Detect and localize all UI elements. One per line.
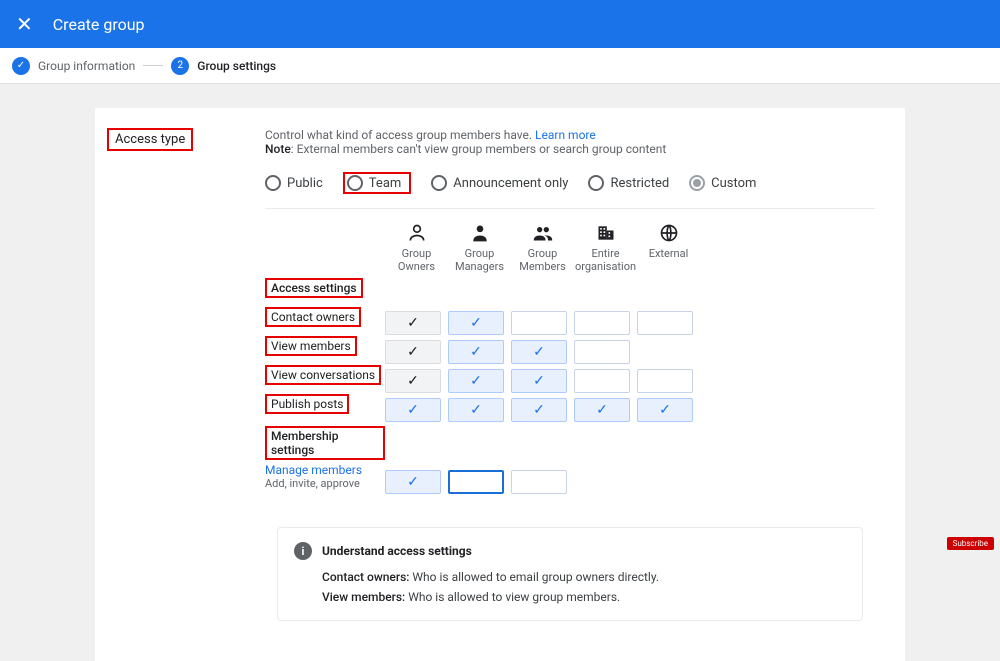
cell-view-conv-owners[interactable]: ✓ bbox=[385, 369, 441, 393]
step-divider bbox=[143, 65, 163, 66]
radio-team[interactable]: Team bbox=[347, 175, 402, 191]
col-members: Group Members bbox=[511, 223, 574, 273]
person-solid-icon bbox=[470, 223, 490, 243]
radio-announcement[interactable]: Announcement only bbox=[431, 175, 568, 191]
person-outline-icon bbox=[407, 223, 427, 243]
row-view-conversations: View conversations bbox=[265, 365, 381, 385]
access-type-radios: Public Team Announcement only bbox=[265, 172, 875, 209]
app-header: ✕ Create group bbox=[0, 0, 1000, 48]
cell-publish-org[interactable]: ✓ bbox=[574, 398, 630, 422]
cell-view-members-managers[interactable]: ✓ bbox=[448, 340, 504, 364]
stepper: ✓ Group information 2 Group settings bbox=[0, 48, 1000, 84]
cell-publish-managers[interactable]: ✓ bbox=[448, 398, 504, 422]
cell-view-conv-org[interactable] bbox=[574, 369, 630, 393]
row-view-members-cells: ✓ ✓ ✓ bbox=[385, 337, 700, 366]
access-intro: Control what kind of access group member… bbox=[265, 128, 875, 156]
row-publish-cells: ✓ ✓ ✓ ✓ ✓ bbox=[385, 395, 700, 424]
membership-settings-heading: Membership settings bbox=[265, 426, 385, 460]
globe-icon bbox=[659, 223, 679, 243]
row-view-members: View members bbox=[265, 336, 357, 356]
radio-custom[interactable]: Custom bbox=[689, 175, 756, 191]
cell-view-members-members[interactable]: ✓ bbox=[511, 340, 567, 364]
radio-restricted-label: Restricted bbox=[610, 176, 669, 191]
manage-members-link[interactable]: Manage members bbox=[265, 463, 385, 477]
cell-view-conv-external[interactable] bbox=[637, 369, 693, 393]
radio-icon bbox=[265, 175, 281, 191]
cell-contact-owners-org[interactable] bbox=[574, 311, 630, 335]
cell-manage-managers[interactable] bbox=[448, 470, 504, 494]
row-manage-members-cells: ✓ bbox=[385, 463, 700, 501]
radio-icon bbox=[431, 175, 447, 191]
organisation-icon bbox=[596, 223, 616, 243]
info-contact-label: Contact owners: bbox=[322, 570, 409, 584]
col-external: External bbox=[637, 223, 700, 273]
cell-view-conv-members[interactable]: ✓ bbox=[511, 369, 567, 393]
cell-contact-owners-owners[interactable]: ✓ bbox=[385, 311, 441, 335]
col-managers: Group Managers bbox=[448, 223, 511, 273]
radio-team-label: Team bbox=[369, 176, 402, 191]
radio-icon bbox=[347, 175, 363, 191]
radio-team-highlight: Team bbox=[343, 172, 412, 194]
cell-view-members-owners[interactable]: ✓ bbox=[385, 340, 441, 364]
intro-text-1: Control what kind of access group member… bbox=[265, 128, 535, 142]
cell-view-conv-managers[interactable]: ✓ bbox=[448, 369, 504, 393]
cell-publish-members[interactable]: ✓ bbox=[511, 398, 567, 422]
info-view-label: View members: bbox=[322, 590, 405, 604]
page-title: Create group bbox=[53, 15, 145, 34]
access-type-heading: Access type bbox=[107, 128, 193, 151]
col-managers-label: Group Managers bbox=[448, 247, 511, 273]
step-2-number: 2 bbox=[171, 57, 189, 75]
radio-public-label: Public bbox=[287, 176, 323, 191]
col-owners: Group Owners bbox=[385, 223, 448, 273]
row-publish-posts: Publish posts bbox=[265, 394, 349, 414]
close-icon[interactable]: ✕ bbox=[16, 14, 33, 34]
col-external-label: External bbox=[649, 247, 689, 260]
radio-public[interactable]: Public bbox=[265, 175, 323, 191]
manage-members-sub: Add, invite, approve bbox=[265, 477, 385, 490]
step-check-icon: ✓ bbox=[12, 57, 30, 75]
col-org-label: Entire organisation bbox=[574, 247, 637, 273]
subscribe-badge[interactable]: Subscribe bbox=[947, 537, 994, 550]
cell-contact-owners-external[interactable] bbox=[637, 311, 693, 335]
col-members-label: Group Members bbox=[511, 247, 574, 273]
cell-contact-owners-members[interactable] bbox=[511, 311, 567, 335]
col-owners-label: Group Owners bbox=[385, 247, 448, 273]
cell-contact-owners-managers[interactable]: ✓ bbox=[448, 311, 504, 335]
radio-announcement-label: Announcement only bbox=[453, 176, 568, 191]
settings-card: Access type Control what kind of access … bbox=[95, 108, 905, 661]
cell-manage-members[interactable] bbox=[511, 470, 567, 494]
radio-icon bbox=[588, 175, 604, 191]
intro-note-text: : External members can't view group memb… bbox=[291, 142, 667, 156]
info-contact-text: Who is allowed to email group owners dir… bbox=[409, 570, 659, 584]
cell-publish-external[interactable]: ✓ bbox=[637, 398, 693, 422]
row-contact-owners: Contact owners bbox=[265, 307, 361, 327]
info-icon: i bbox=[294, 542, 312, 560]
access-settings-heading: Access settings bbox=[265, 278, 363, 298]
info-view-text: Who is allowed to view group members. bbox=[405, 590, 620, 604]
cell-publish-owners[interactable]: ✓ bbox=[385, 398, 441, 422]
cell-view-members-org[interactable] bbox=[574, 340, 630, 364]
row-view-conv-cells: ✓ ✓ ✓ bbox=[385, 366, 700, 395]
info-panel: i Understand access settings Contact own… bbox=[277, 527, 863, 621]
step-2-label[interactable]: Group settings bbox=[197, 59, 276, 73]
learn-more-link[interactable]: Learn more bbox=[535, 128, 596, 142]
people-icon bbox=[533, 223, 553, 243]
radio-icon bbox=[689, 175, 705, 191]
cell-manage-owners[interactable]: ✓ bbox=[385, 470, 441, 494]
col-org: Entire organisation bbox=[574, 223, 637, 273]
step-1-label[interactable]: Group information bbox=[38, 59, 135, 73]
row-contact-owners-cells: ✓ ✓ bbox=[385, 308, 700, 337]
radio-restricted[interactable]: Restricted bbox=[588, 175, 669, 191]
radio-custom-label: Custom bbox=[711, 176, 756, 191]
intro-note-label: Note bbox=[265, 142, 291, 156]
